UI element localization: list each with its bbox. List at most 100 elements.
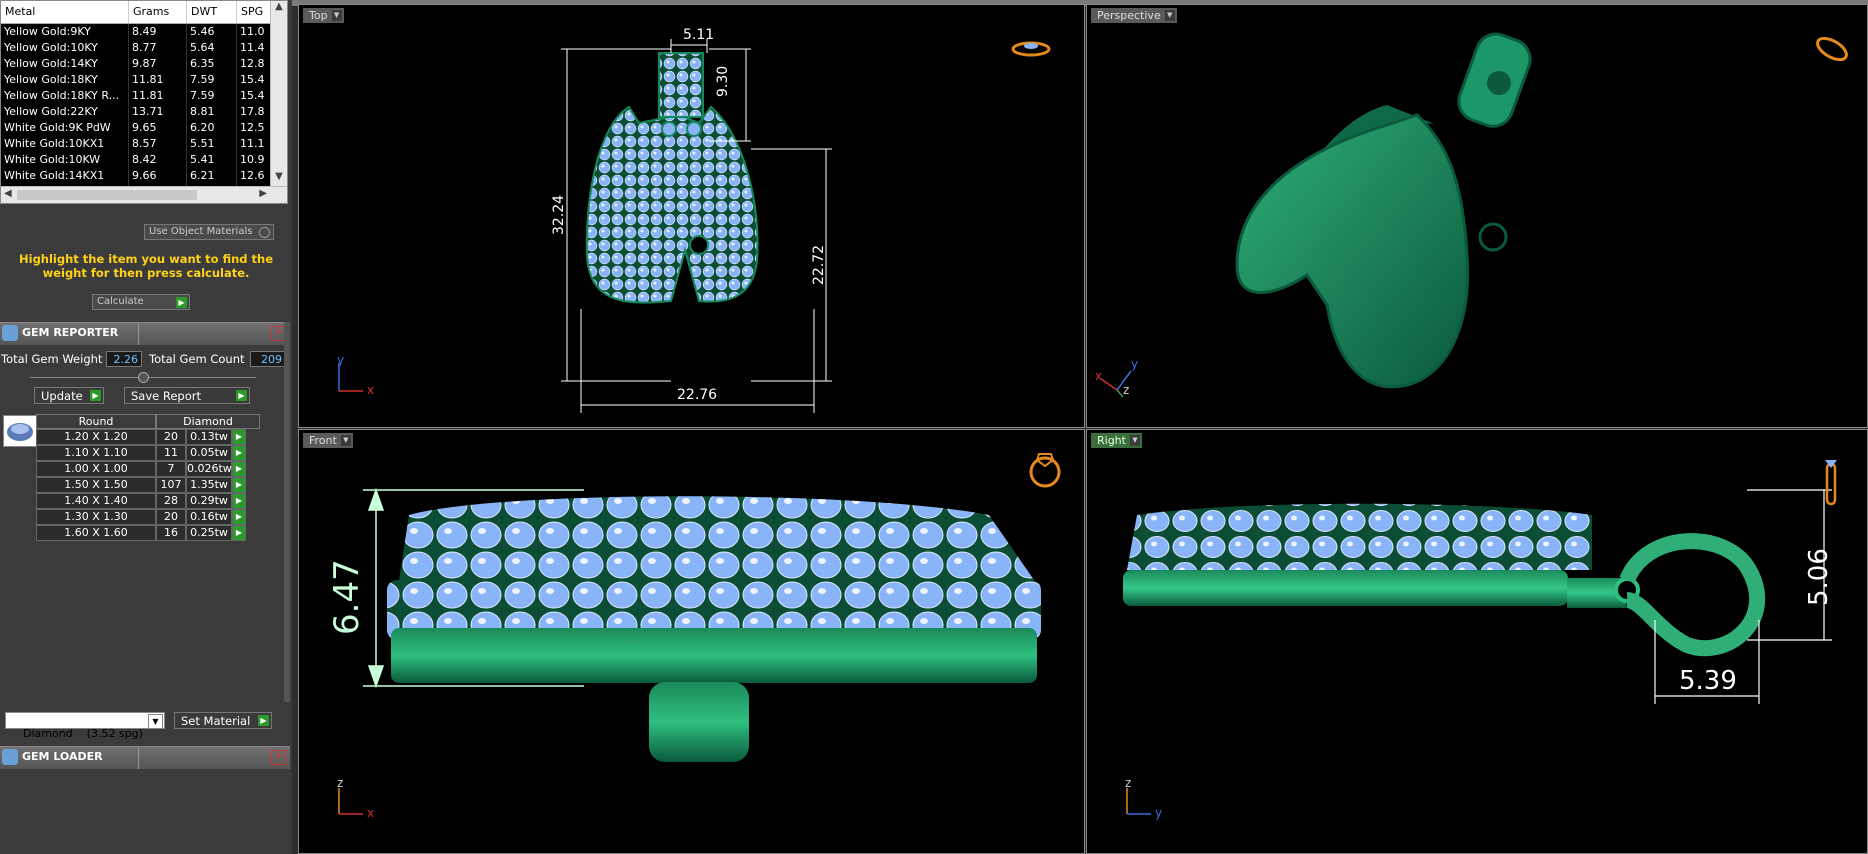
- top-view-render: [338, 39, 1051, 413]
- select-gem-icon[interactable]: ▶: [232, 461, 246, 477]
- header-metal[interactable]: Metal: [1, 1, 129, 23]
- ring-front-icon: [1029, 453, 1061, 488]
- scroll-up-icon[interactable]: ▲: [271, 1, 287, 17]
- gem-loader-header[interactable]: GEM LOADER ✕: [0, 746, 290, 769]
- metal-table-cell: 11.81: [129, 72, 187, 88]
- dim-bail-width: 5.11: [683, 27, 715, 43]
- save-report-label: Save Report: [131, 389, 202, 403]
- gem-reporter-header[interactable]: GEM REPORTER ✕: [0, 322, 290, 345]
- axis-label-z: z: [1123, 383, 1130, 397]
- metal-table-row[interactable]: White Gold:10KW 8.42 5.41 10.9: [1, 152, 271, 168]
- close-icon[interactable]: ✕: [271, 750, 286, 765]
- radio-icon: [259, 227, 270, 238]
- gem-report-table: Round Diamond 1.20 X 1.20 20 0.13tw ▶ 1.10 X…: [36, 414, 260, 541]
- update-label: Update: [41, 389, 83, 403]
- metal-table-cell: Yellow Gold:9KY: [1, 24, 129, 40]
- gem-table-cell: 1.50 X 1.50: [36, 477, 156, 493]
- header-dwt[interactable]: DWT: [187, 1, 237, 23]
- gem-table-cell: 1.00 X 1.00: [36, 461, 156, 477]
- metal-table-row[interactable]: Yellow Gold:22KY 13.71 8.81 17.8: [1, 104, 271, 120]
- dim-loop-height: 5.06: [1804, 548, 1834, 606]
- gem-table-row[interactable]: 1.10 X 1.10 11 0.05tw ▶: [36, 445, 260, 461]
- total-gem-weight-label: Total Gem Weight: [1, 352, 103, 366]
- panel-scrollbar[interactable]: [284, 322, 290, 702]
- metal-table-cell: 6.21: [187, 168, 237, 184]
- update-button[interactable]: Update ▶: [34, 387, 104, 404]
- axis-label-y: y: [1131, 357, 1139, 371]
- header-spg[interactable]: SPG: [237, 1, 271, 23]
- play-icon: ▶: [236, 390, 247, 401]
- header-grams[interactable]: Grams: [129, 1, 187, 23]
- axis-label-z: z: [337, 776, 344, 790]
- dim-bail-height: 9.30: [715, 65, 731, 97]
- splitter-handle-icon[interactable]: [138, 372, 149, 383]
- select-gem-icon[interactable]: ▶: [232, 445, 246, 461]
- viewport-top[interactable]: Top ▼ 5.11 9.30 32.24 22.72 22.76 y x: [298, 4, 1085, 428]
- metal-table-hscroll[interactable]: ◀ ▶: [1, 186, 287, 203]
- gem-table-row[interactable]: 1.30 X 1.30 20 0.16tw ▶: [36, 509, 260, 525]
- metal-table-row[interactable]: White Gold:10KX1 8.57 5.51 11.1: [1, 136, 271, 152]
- total-gem-count-value: 209: [250, 351, 286, 367]
- metal-table-row[interactable]: Yellow Gold:18KY 11.81 7.59 15.4: [1, 72, 271, 88]
- gem-table-row[interactable]: 1.00 X 1.00 7 0.026tw ▶: [36, 461, 260, 477]
- chevron-down-icon[interactable]: ▼: [148, 714, 163, 729]
- save-report-button[interactable]: Save Report ▶: [124, 387, 250, 404]
- play-icon: ▶: [176, 297, 187, 308]
- gem-table-cell: 1.20 X 1.20: [36, 429, 156, 445]
- metal-weight-table[interactable]: Metal Grams DWT SPG Yellow Gold:9KY 8.49 5…: [0, 0, 288, 204]
- select-gem-icon[interactable]: ▶: [232, 509, 246, 525]
- set-material-button[interactable]: Set Material ▶: [174, 712, 272, 729]
- gem-table-cell: 0.25tw: [186, 525, 232, 541]
- metal-table-vscroll[interactable]: ▲ ▼: [270, 1, 287, 187]
- viewport-front[interactable]: Front ▼ 6.47 z x: [298, 429, 1085, 854]
- gem-material-select[interactable]: Diamond (3.52 spg) ▼: [5, 712, 165, 740]
- scroll-down-icon[interactable]: ▼: [271, 171, 287, 187]
- metal-table-cell: 5.51: [187, 136, 237, 152]
- gem-table-row[interactable]: 1.60 X 1.60 16 0.25tw ▶: [36, 525, 260, 541]
- gem-table-row[interactable]: 1.40 X 1.40 28 0.29tw ▶: [36, 493, 260, 509]
- metal-table-row[interactable]: Yellow Gold:9KY 8.49 5.46 11.0: [1, 24, 271, 40]
- viewport-right[interactable]: Right ▼ 5.06 5.39 z y: [1086, 429, 1868, 854]
- col-shape: Round: [36, 414, 156, 429]
- calculate-button[interactable]: Calculate ▶: [92, 294, 190, 310]
- metal-table-cell: Yellow Gold:22KY: [1, 104, 129, 120]
- metal-table-row[interactable]: White Gold:14KX1 9.66 6.21 12.6: [1, 168, 271, 184]
- select-gem-icon[interactable]: ▶: [232, 477, 246, 493]
- use-object-materials-toggle[interactable]: Use Object Materials: [144, 224, 274, 240]
- gem-table-row[interactable]: 1.50 X 1.50 107 1.35tw ▶: [36, 477, 260, 493]
- hscroll-thumb[interactable]: [17, 190, 197, 200]
- metal-table-row[interactable]: White Gold:9K PdW 9.65 6.20 12.5: [1, 120, 271, 136]
- metal-table-cell: 11.81: [129, 88, 187, 104]
- scroll-right-icon[interactable]: ▶: [259, 188, 267, 199]
- select-gem-icon[interactable]: ▶: [232, 493, 246, 509]
- metal-table-row[interactable]: Yellow Gold:10KY 8.77 5.64 11.4: [1, 40, 271, 56]
- metal-table-cell: White Gold:9K PdW: [1, 120, 129, 136]
- total-gem-count-label: Total Gem Count: [149, 352, 245, 366]
- select-gem-icon[interactable]: ▶: [232, 429, 246, 445]
- axis-label-y: y: [1155, 806, 1163, 820]
- viewport-perspective[interactable]: Perspective ▼ y x z: [1086, 4, 1868, 428]
- gem-table-row[interactable]: 1.20 X 1.20 20 0.13tw ▶: [36, 429, 260, 445]
- dim-total-height: 32.24: [551, 194, 567, 235]
- metal-table-cell: White Gold:14KX1: [1, 168, 129, 184]
- use-object-materials-label: Use Object Materials: [149, 226, 253, 237]
- select-gem-icon[interactable]: ▶: [232, 525, 246, 541]
- gem-reporter-icon: [2, 325, 18, 341]
- metal-table-cell: 12.5: [237, 120, 271, 136]
- metal-table-cell: 12.8: [237, 56, 271, 72]
- dim-loop-width: 5.39: [1679, 666, 1737, 696]
- metal-table-row[interactable]: Yellow Gold:14KY 9.87 6.35 12.8: [1, 56, 271, 72]
- dim-body-height: 22.72: [811, 244, 827, 285]
- gem-table-cell: 1.30 X 1.30: [36, 509, 156, 525]
- metal-table-row[interactable]: Yellow Gold:18KY R... 11.81 7.59 15.4: [1, 88, 271, 104]
- front-view-render: [338, 453, 1061, 815]
- metal-table-cell: Yellow Gold:18KY R...: [1, 88, 129, 104]
- calculate-label: Calculate: [97, 296, 144, 307]
- scroll-left-icon[interactable]: ◀: [4, 188, 12, 199]
- metal-table-cell: 15.4: [237, 88, 271, 104]
- metal-table-header: Metal Grams DWT SPG: [1, 1, 287, 24]
- metal-table-cell: 7.59: [187, 88, 237, 104]
- play-icon: ▶: [90, 390, 101, 401]
- axis-label-x: x: [367, 806, 375, 820]
- total-gem-weight-value: 2.26: [106, 351, 142, 367]
